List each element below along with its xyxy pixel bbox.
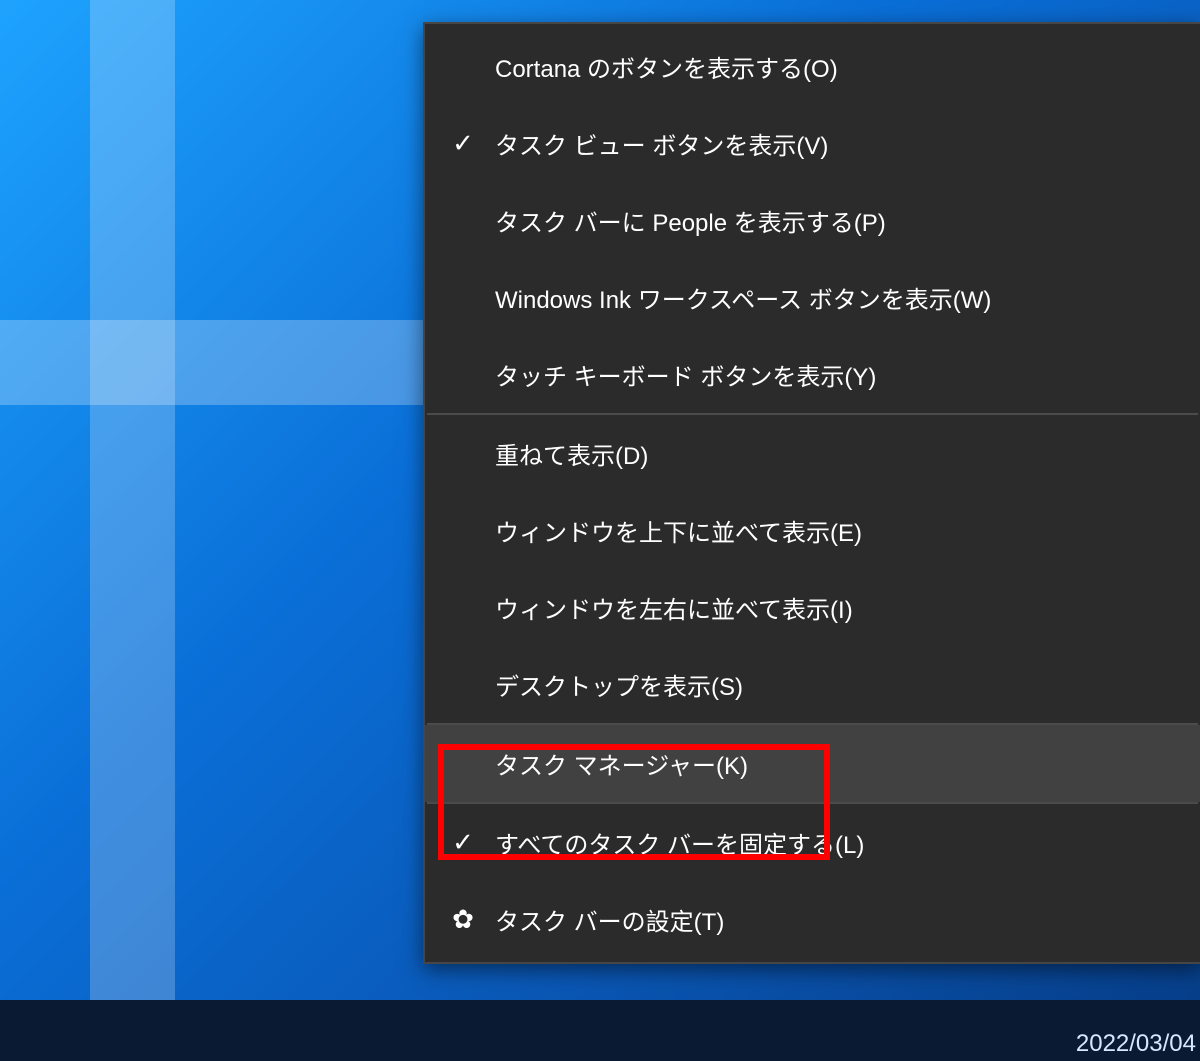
taskbar-context-menu: Cortana のボタンを表示する(O) ✓ タスク ビュー ボタンを表示(V)… [423,22,1200,964]
menu-item-label: デスクトップを表示(S) [495,667,743,702]
menu-item-show-cortana-button[interactable]: Cortana のボタンを表示する(O) [425,28,1200,105]
taskbar[interactable]: 2022/03/04 [0,1000,1200,1061]
menu-item-show-task-view-button[interactable]: ✓ タスク ビュー ボタンを表示(V) [425,105,1200,182]
menu-item-cascade-windows[interactable]: 重ねて表示(D) [425,415,1200,492]
menu-item-taskbar-settings[interactable]: ✿ タスク バーの設定(T) [425,881,1200,958]
menu-item-show-touch-keyboard-button[interactable]: タッチ キーボード ボタンを表示(Y) [425,336,1200,413]
menu-item-label: ウィンドウを左右に並べて表示(I) [495,590,853,625]
menu-item-lock-all-taskbars[interactable]: ✓ すべてのタスク バーを固定する(L) [425,804,1200,881]
menu-item-label: タスク バーの設定(T) [495,902,724,937]
taskbar-date[interactable]: 2022/03/04 [1076,1030,1196,1058]
menu-item-side-by-side-windows[interactable]: ウィンドウを左右に並べて表示(I) [425,569,1200,646]
menu-item-label: Cortana のボタンを表示する(O) [495,49,838,84]
menu-item-show-windows-ink-workspace-button[interactable]: Windows Ink ワークスペース ボタンを表示(W) [425,259,1200,336]
check-icon: ✓ [447,827,479,858]
gear-icon: ✿ [447,904,479,935]
menu-item-stack-windows[interactable]: ウィンドウを上下に並べて表示(E) [425,492,1200,569]
menu-item-label: すべてのタスク バーを固定する(L) [495,825,864,860]
wallpaper-ray-vertical [90,0,175,1000]
menu-item-label: Windows Ink ワークスペース ボタンを表示(W) [495,280,991,315]
menu-item-label: 重ねて表示(D) [495,436,648,471]
menu-item-label: タスク ビュー ボタンを表示(V) [495,126,828,161]
check-icon: ✓ [447,128,479,159]
menu-item-show-desktop[interactable]: デスクトップを表示(S) [425,646,1200,723]
menu-item-label: タスク バーに People を表示する(P) [495,203,886,238]
menu-item-label: タスク マネージャー(K) [495,746,748,781]
menu-item-label: タッチ キーボード ボタンを表示(Y) [495,357,876,392]
menu-item-show-people-on-taskbar[interactable]: タスク バーに People を表示する(P) [425,182,1200,259]
menu-item-task-manager[interactable]: タスク マネージャー(K) [425,725,1200,802]
menu-item-label: ウィンドウを上下に並べて表示(E) [495,513,862,548]
